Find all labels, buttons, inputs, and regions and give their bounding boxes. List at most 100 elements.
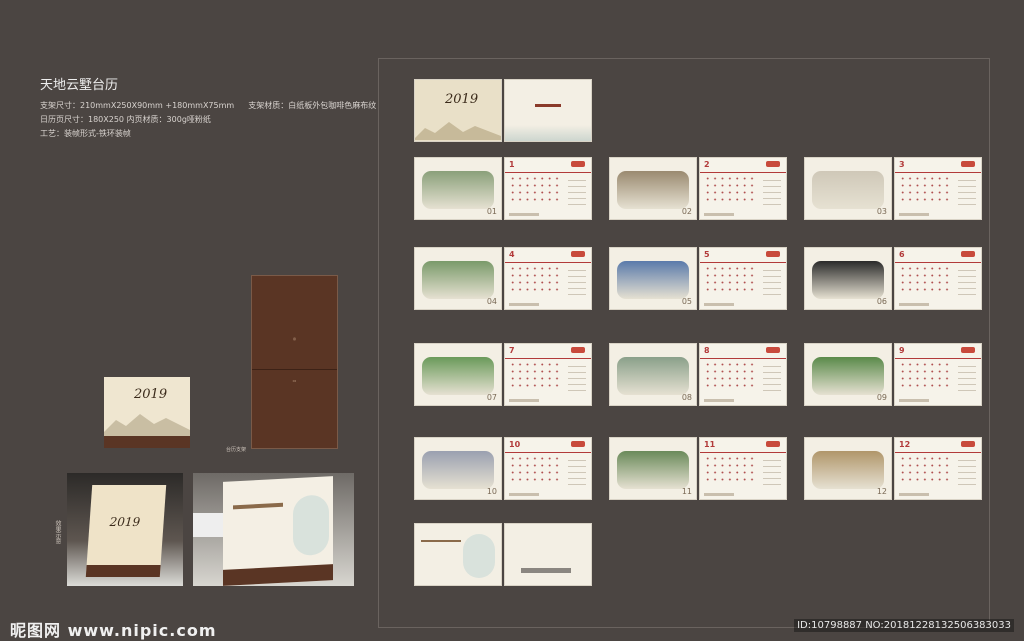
seal-icon	[961, 161, 975, 167]
seal-icon	[961, 251, 975, 257]
photo-page: 10	[415, 438, 501, 499]
calendar-footer	[704, 213, 734, 216]
watermark-site: 昵图网 www.nipic.com	[10, 621, 217, 640]
calendar-page: 3	[895, 158, 981, 219]
seal-icon	[571, 161, 585, 167]
notes-lines	[958, 265, 976, 295]
day-grid	[899, 455, 951, 485]
mock-text-line	[233, 502, 283, 510]
month-number: 11	[704, 440, 716, 449]
page-number: 05	[681, 297, 692, 306]
day-grid	[704, 265, 756, 295]
month-number: 2	[704, 160, 710, 169]
mock-base-2	[223, 564, 333, 586]
spec-block: 天地云墅台历 支架尺寸：210mmX250X90mm +180mmX75mm 支架…	[40, 74, 376, 141]
calendar-footer	[899, 303, 929, 306]
month-number: 8	[704, 346, 710, 355]
day-grid	[899, 361, 951, 391]
spec-line1-b: 支架材质：白纸板外包咖啡色麻布纹	[248, 101, 377, 110]
notes-lines	[958, 361, 976, 391]
day-grid	[899, 175, 951, 205]
notes-lines	[763, 361, 781, 391]
page-number: 07	[486, 393, 497, 402]
back-cover-logo	[535, 104, 561, 107]
page-number: 01	[486, 207, 497, 216]
notes-lines	[568, 175, 586, 205]
photo-page: 12	[805, 438, 891, 499]
notes-lines	[763, 265, 781, 295]
calendar-footer	[704, 303, 734, 306]
spec-title: 天地云墅台历	[40, 78, 119, 93]
month-number: 10	[509, 440, 521, 449]
calendar-page: 2	[700, 158, 786, 219]
final-page	[505, 524, 591, 585]
photo-frame	[422, 261, 494, 299]
notes-lines	[568, 361, 586, 391]
calendar-page: 6	[895, 248, 981, 309]
calendar-footer	[704, 493, 734, 496]
mini-cover-base	[104, 436, 190, 448]
page-number: 08	[681, 393, 692, 402]
month-number: 3	[899, 160, 905, 169]
cover-mountain-art	[415, 122, 501, 140]
photo-frame	[422, 171, 494, 209]
photo-page: 09	[805, 344, 891, 405]
mini-cover-year: 2019	[134, 387, 168, 402]
seal-icon	[766, 161, 780, 167]
calendar-page: 1	[505, 158, 591, 219]
stand-text: ▭	[292, 378, 297, 383]
stand-logo: ◎	[292, 336, 297, 341]
seal-icon	[766, 347, 780, 353]
photo-frame	[617, 261, 689, 299]
calendar-footer	[899, 399, 929, 402]
photo-frame	[422, 357, 494, 395]
month-number: 7	[509, 346, 515, 355]
spec-line2: 日历页尺寸：180X250 内页材质：300g哑粉纸	[40, 115, 211, 124]
photo-frame	[617, 171, 689, 209]
seal-icon	[571, 441, 585, 447]
calendar-stand: ◎ ▭	[252, 276, 337, 448]
final-building-art	[521, 568, 571, 573]
seal-icon	[766, 441, 780, 447]
month-number: 9	[899, 346, 905, 355]
seal-icon	[961, 347, 975, 353]
stand-fold-line	[252, 369, 337, 370]
mock-year: 2019	[109, 515, 141, 529]
watermark-bar: 昵图网 www.nipic.com ID:10798887 NO:2018122…	[0, 613, 1024, 641]
spec-line3: 工艺：装帧形式-铁环装帧	[40, 129, 131, 138]
seal-icon	[766, 251, 780, 257]
page-number: 09	[876, 393, 887, 402]
watermark-id: ID:10798887 NO:20181228132506383033	[794, 619, 1014, 632]
seal-icon	[961, 441, 975, 447]
back-cover-art	[505, 125, 591, 141]
day-grid	[509, 265, 561, 295]
mock-base	[85, 565, 161, 577]
month-number: 4	[509, 250, 515, 259]
day-grid	[509, 361, 561, 391]
page-number: 11	[681, 487, 692, 496]
notes-lines	[568, 455, 586, 485]
page-number: 06	[876, 297, 887, 306]
photo-page: 04	[415, 248, 501, 309]
stand-label: 台历支架	[226, 447, 247, 453]
calendar-footer	[509, 213, 539, 216]
notes-lines	[763, 455, 781, 485]
day-grid	[509, 455, 561, 485]
calendar-page: 10	[505, 438, 591, 499]
photo-page: 03	[805, 158, 891, 219]
day-grid	[704, 175, 756, 205]
calendar-footer	[509, 303, 539, 306]
mini-cover: 2019	[104, 377, 190, 448]
calendar-page: 8	[700, 344, 786, 405]
cover-year: 2019	[445, 92, 479, 107]
mock-calendar-front: 2019	[85, 485, 167, 577]
mock-calendar-inner	[223, 476, 333, 586]
photo-frame	[617, 357, 689, 395]
photo-page: 11	[610, 438, 696, 499]
photo-frame	[812, 357, 884, 395]
photo-page: 08	[610, 344, 696, 405]
spec-line1-a: 支架尺寸：210mmX250X90mm +180mmX75mm	[40, 101, 235, 110]
page-number: 03	[876, 207, 887, 216]
page-number: 10	[486, 487, 497, 496]
photo-page: 07	[415, 344, 501, 405]
